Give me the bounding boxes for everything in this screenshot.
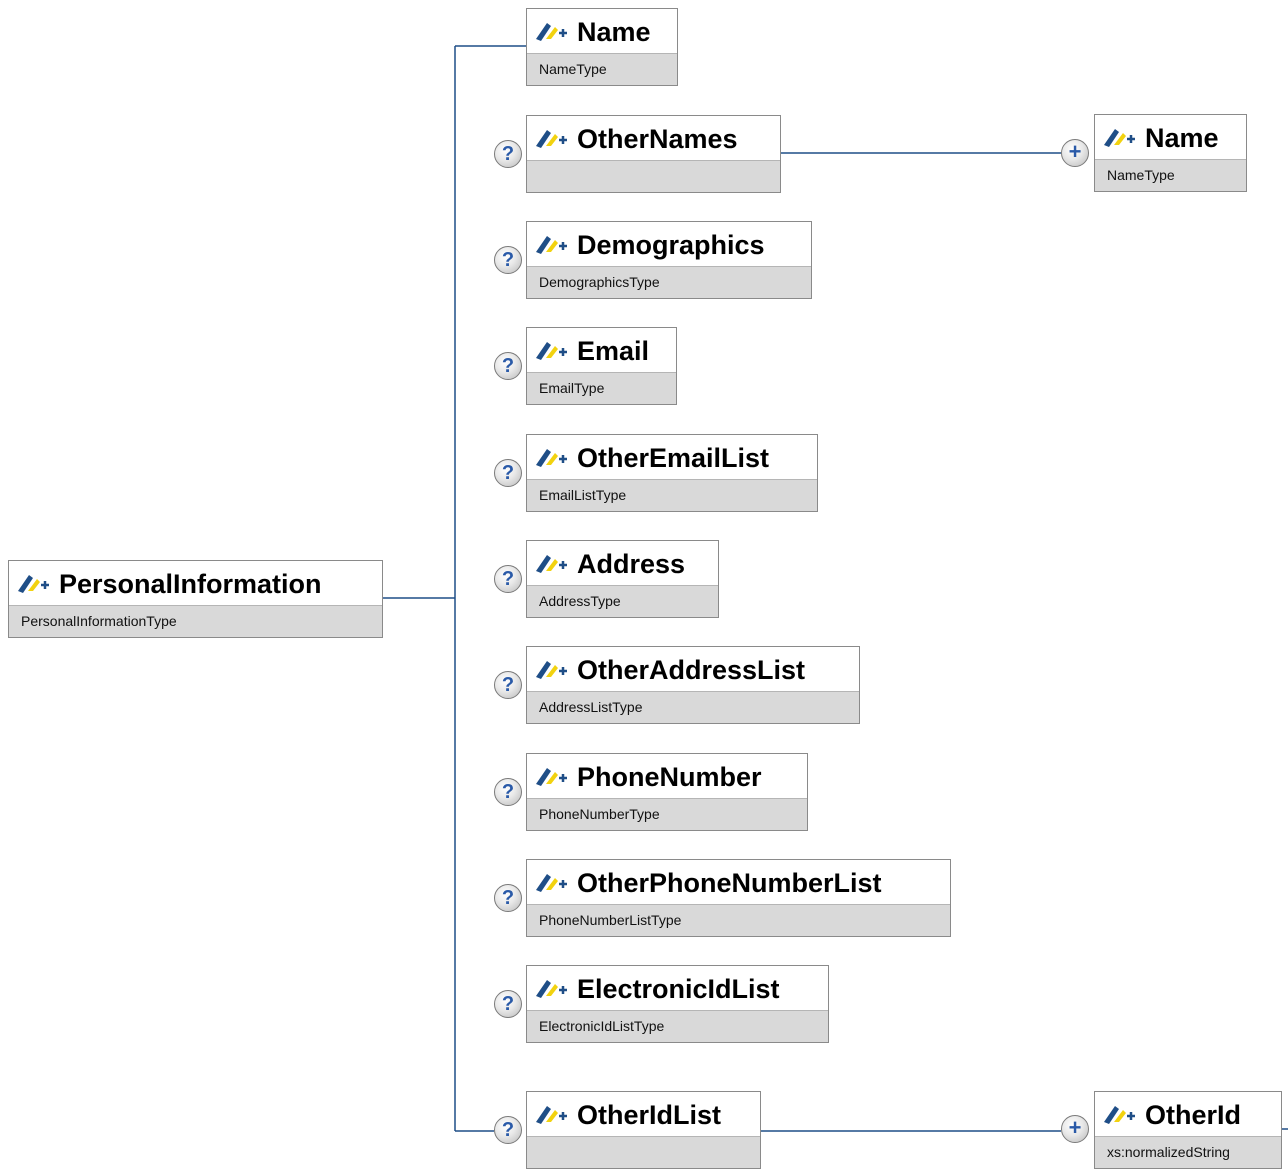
node-name: PersonalInformation <box>59 569 322 599</box>
question-badge-icon: ? <box>494 1116 522 1144</box>
node-header: Email <box>527 328 676 372</box>
node-type: xs:normalizedString <box>1095 1136 1281 1168</box>
node-personalinformation[interactable]: PersonalInformation PersonalInformationT… <box>8 560 383 638</box>
node-name: OtherPhoneNumberList <box>577 868 882 898</box>
node-name: OtherAddressList <box>577 655 806 685</box>
node-othernames-name[interactable]: Name NameType <box>1094 114 1247 192</box>
node-name[interactable]: Name NameType <box>526 8 678 86</box>
element-icon <box>533 649 571 679</box>
element-icon <box>533 330 571 360</box>
question-badge-icon: ? <box>494 778 522 806</box>
node-name: ElectronicIdList <box>577 974 780 1004</box>
node-header: OtherId <box>1095 1092 1281 1136</box>
question-badge-icon: ? <box>494 565 522 593</box>
question-badge-icon: ? <box>494 990 522 1018</box>
node-name: Demographics <box>577 230 765 260</box>
question-badge-icon: ? <box>494 459 522 487</box>
node-name: Name <box>1145 123 1219 153</box>
node-header: OtherEmailList <box>527 435 817 479</box>
node-header: Name <box>1095 115 1246 159</box>
node-name: Name <box>577 17 651 47</box>
plus-badge-icon: + <box>1061 139 1089 167</box>
node-type: ElectronicIdListType <box>527 1010 828 1042</box>
node-header: Demographics <box>527 222 811 266</box>
node-othernames[interactable]: OtherNames <box>526 115 781 193</box>
node-otheraddresslist[interactable]: OtherAddressList AddressListType <box>526 646 860 724</box>
question-badge-icon: ? <box>494 140 522 168</box>
plus-badge-icon: + <box>1061 1115 1089 1143</box>
node-type: EmailListType <box>527 479 817 511</box>
element-icon <box>533 11 571 41</box>
node-name: OtherNames <box>577 124 738 154</box>
element-icon <box>533 543 571 573</box>
question-badge-icon: ? <box>494 352 522 380</box>
element-icon <box>533 756 571 786</box>
node-header: Address <box>527 541 718 585</box>
node-header: OtherNames <box>527 116 780 160</box>
node-type: NameType <box>527 53 677 85</box>
element-icon <box>533 862 571 892</box>
node-demographics[interactable]: Demographics DemographicsType <box>526 221 812 299</box>
node-type <box>527 1136 760 1168</box>
node-header: OtherAddressList <box>527 647 859 691</box>
node-header: ElectronicIdList <box>527 966 828 1010</box>
node-address[interactable]: Address AddressType <box>526 540 719 618</box>
element-icon <box>533 437 571 467</box>
node-type: AddressType <box>527 585 718 617</box>
node-header: OtherIdList <box>527 1092 760 1136</box>
node-email[interactable]: Email EmailType <box>526 327 677 405</box>
node-type: NameType <box>1095 159 1246 191</box>
element-icon <box>15 563 53 593</box>
element-icon <box>533 1094 571 1124</box>
node-electronicidlist[interactable]: ElectronicIdList ElectronicIdListType <box>526 965 829 1043</box>
node-name: OtherEmailList <box>577 443 770 473</box>
node-name: OtherIdList <box>577 1100 722 1130</box>
node-header: Name <box>527 9 677 53</box>
node-otherphonenumberlist[interactable]: OtherPhoneNumberList PhoneNumberListType <box>526 859 951 937</box>
node-header: PersonalInformation <box>9 561 382 605</box>
node-name: PhoneNumber <box>577 762 762 792</box>
node-otheremaillist[interactable]: OtherEmailList EmailListType <box>526 434 818 512</box>
node-type: PhoneNumberType <box>527 798 807 830</box>
question-badge-icon: ? <box>494 671 522 699</box>
node-type: EmailType <box>527 372 676 404</box>
node-name: Email <box>577 336 650 366</box>
element-icon <box>1101 117 1139 147</box>
node-type: AddressListType <box>527 691 859 723</box>
element-icon <box>533 224 571 254</box>
node-type: PersonalInformationType <box>9 605 382 637</box>
node-header: OtherPhoneNumberList <box>527 860 950 904</box>
node-phonenumber[interactable]: PhoneNumber PhoneNumberType <box>526 753 808 831</box>
element-icon <box>533 118 571 148</box>
question-badge-icon: ? <box>494 884 522 912</box>
element-icon <box>533 968 571 998</box>
node-header: PhoneNumber <box>527 754 807 798</box>
node-otheridlist[interactable]: OtherIdList <box>526 1091 761 1169</box>
question-badge-icon: ? <box>494 246 522 274</box>
node-type: DemographicsType <box>527 266 811 298</box>
node-name: Address <box>577 549 686 579</box>
node-name: OtherId <box>1145 1100 1242 1130</box>
element-icon <box>1101 1094 1139 1124</box>
node-otheridlist-otherid[interactable]: OtherId xs:normalizedString <box>1094 1091 1282 1169</box>
node-type: PhoneNumberListType <box>527 904 950 936</box>
node-type <box>527 160 780 192</box>
